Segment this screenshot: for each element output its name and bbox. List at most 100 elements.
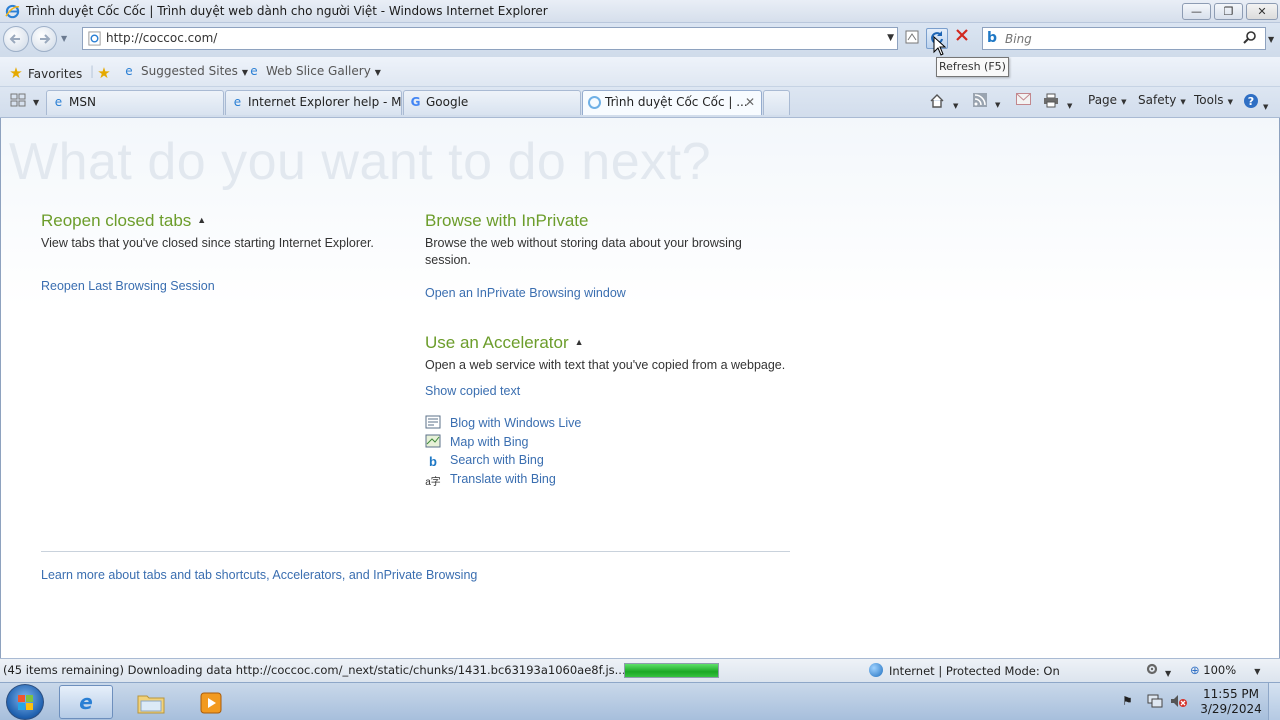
map-icon — [425, 434, 441, 448]
close-window-button[interactable]: ✕ — [1246, 3, 1278, 20]
accelerator-label: Map with Bing — [450, 435, 529, 449]
inprivate-description: Browse the web without storing data abou… — [425, 236, 742, 267]
speaker-mute-icon — [1171, 695, 1187, 707]
chevron-down-icon[interactable]: ▼ — [1254, 667, 1260, 676]
reopen-last-session-link[interactable]: Reopen Last Browsing Session — [41, 279, 215, 293]
quick-tabs-button[interactable] — [7, 93, 29, 111]
help-button[interactable]: ? ▼ — [1243, 93, 1268, 112]
new-tab-button[interactable] — [763, 90, 790, 115]
blog-with-windows-live-link[interactable]: Blog with Windows Live — [425, 415, 581, 430]
tab-google[interactable]: G Google — [403, 90, 581, 115]
action-center-flag-icon[interactable]: ⚑ — [1122, 694, 1133, 708]
search-with-bing-link[interactable]: b Search with Bing — [425, 453, 544, 469]
show-copied-text-link[interactable]: Show copied text — [425, 384, 520, 398]
chevron-down-icon: ▼ — [1165, 669, 1172, 678]
separator: | — [90, 64, 95, 78]
bing-icon: b — [429, 454, 437, 469]
ie-page-icon — [88, 31, 101, 46]
reopen-closed-tabs-heading[interactable]: Reopen closed tabs ▲ — [41, 211, 206, 231]
bing-icon: b — [987, 30, 998, 46]
maximize-button[interactable]: ❐ — [1214, 3, 1243, 20]
collapse-arrow-icon[interactable]: ▲ — [197, 215, 206, 225]
search-icon[interactable] — [1243, 30, 1257, 44]
open-inprivate-link[interactable]: Open an InPrivate Browsing window — [425, 286, 626, 300]
learn-more-link[interactable]: Learn more about tabs and tab shortcuts,… — [41, 568, 477, 582]
mail-icon — [1016, 93, 1031, 105]
minimize-button[interactable]: — — [1182, 3, 1211, 20]
start-button[interactable] — [6, 684, 44, 720]
web-slice-gallery-label: Web Slice Gallery — [266, 64, 371, 78]
svg-text:?: ? — [1248, 95, 1254, 108]
address-dropdown-icon[interactable]: ▼ — [887, 28, 894, 49]
tools-menu-button[interactable]: Tools ▼ — [1194, 93, 1233, 107]
read-mail-button[interactable] — [1016, 93, 1031, 108]
translate-with-bing-link[interactable]: a字 Translate with Bing — [425, 472, 556, 488]
add-favorite-icon: ★ — [97, 64, 111, 82]
stop-button[interactable] — [951, 28, 973, 49]
taskbar-windows-explorer[interactable] — [124, 685, 178, 719]
restore-icon: ❐ — [1223, 5, 1234, 18]
suggested-sites-label: Suggested Sites — [141, 64, 238, 78]
loading-icon — [588, 96, 601, 109]
close-tab-icon[interactable]: ✕ — [745, 91, 755, 114]
tab-label: Trình duyệt Cốc Cốc | ... — [605, 95, 748, 109]
loading-progress-bar — [624, 663, 719, 678]
google-icon: G — [410, 95, 421, 109]
search-box[interactable]: b — [982, 27, 1266, 50]
compatibility-view-button[interactable] — [901, 28, 923, 49]
media-player-icon — [200, 692, 222, 714]
address-bar[interactable]: http://coccoc.com/ ▼ — [82, 27, 898, 50]
search-input[interactable] — [1005, 30, 1235, 47]
recent-pages-dropdown-icon[interactable]: ▼ — [61, 34, 67, 43]
security-zone[interactable]: Internet | Protected Mode: On — [869, 663, 1060, 678]
add-to-favorites-bar-button[interactable]: ★ — [96, 64, 116, 82]
accelerator-heading[interactable]: Use an Accelerator ▲ — [425, 333, 584, 353]
chevron-down-icon[interactable]: ▼ — [995, 101, 1000, 109]
url-text[interactable]: http://coccoc.com/ — [106, 28, 217, 49]
reopen-title: Reopen closed tabs — [41, 211, 192, 230]
tab-label: Google — [426, 95, 469, 109]
safety-menu-button[interactable]: Safety ▼ — [1138, 93, 1186, 107]
accelerator-label: Blog with Windows Live — [450, 416, 582, 430]
chevron-down-icon: ▼ — [1180, 98, 1186, 106]
popup-blocker-button[interactable]: ▼ — [1145, 662, 1171, 679]
map-with-bing-link[interactable]: Map with Bing — [425, 434, 529, 449]
status-bar: (45 items remaining) Downloading data ht… — [0, 658, 1280, 682]
favorites-star-icon: ★ — [9, 64, 23, 82]
tab-bar: ▼ e MSN e Internet Explorer help - Mi...… — [0, 87, 1280, 118]
taskbar-internet-explorer[interactable]: e — [59, 685, 113, 719]
tab-msn[interactable]: e MSN — [46, 90, 224, 115]
blog-icon — [425, 415, 441, 429]
favorites-button[interactable]: ★ Favorites — [8, 64, 82, 82]
collapse-arrow-icon[interactable]: ▲ — [575, 337, 584, 347]
quick-tabs-icon — [10, 93, 26, 107]
back-arrow-icon — [9, 34, 20, 44]
print-button[interactable]: ▼ — [1043, 93, 1072, 111]
web-slice-gallery-button[interactable]: e Web Slice Gallery ▼ — [246, 64, 381, 78]
chevron-down-icon[interactable]: ▼ — [953, 102, 958, 110]
search-options-dropdown-icon[interactable]: ▼ — [1268, 35, 1274, 44]
zoom-button[interactable]: ⊕ 100% ▼ — [1190, 663, 1260, 677]
settings-gear-icon — [1146, 663, 1158, 675]
feeds-button[interactable]: ▼ — [973, 93, 1000, 110]
printer-icon — [1044, 93, 1058, 108]
tab-label: Internet Explorer help - Mi... — [248, 95, 402, 109]
network-icon[interactable] — [1147, 694, 1163, 711]
tab-list-dropdown-icon[interactable]: ▼ — [33, 98, 39, 107]
suggested-sites-button[interactable]: e Suggested Sites ▼ — [121, 64, 248, 78]
mouse-cursor-icon — [933, 36, 947, 56]
chevron-down-icon: ▼ — [374, 68, 381, 77]
forward-button[interactable] — [31, 26, 57, 52]
page-menu-button[interactable]: Page ▼ — [1088, 93, 1126, 107]
tab-ie-help[interactable]: e Internet Explorer help - Mi... — [225, 90, 402, 115]
taskbar-media-player[interactable] — [184, 685, 238, 719]
translate-icon: a字 — [425, 477, 441, 488]
chevron-down-icon[interactable]: ▼ — [1067, 102, 1072, 110]
tab-coccoc[interactable]: Trình duyệt Cốc Cốc | ... ✕ — [582, 90, 762, 115]
volume-muted-icon[interactable] — [1170, 694, 1188, 711]
show-desktop-button[interactable] — [1268, 683, 1280, 720]
network-monitor-icon — [1147, 694, 1163, 708]
system-clock[interactable]: 11:55 PM 3/29/2024 — [1196, 687, 1266, 717]
home-button[interactable]: ▼ — [929, 93, 958, 111]
back-button[interactable] — [3, 26, 29, 52]
